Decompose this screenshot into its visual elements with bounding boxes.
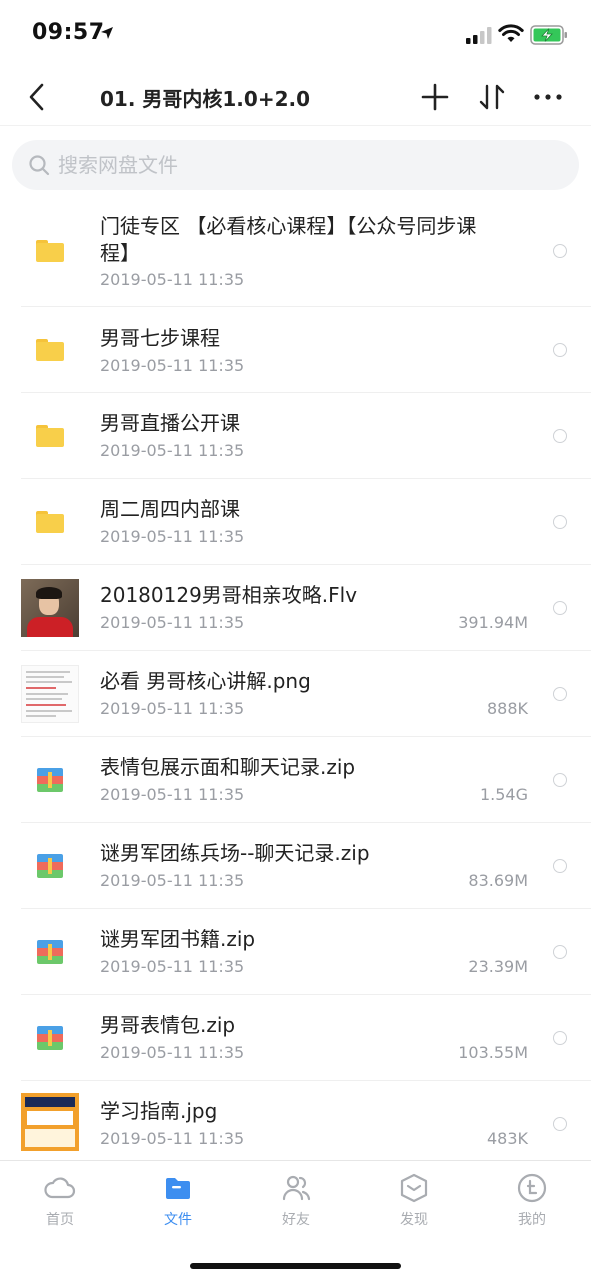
wifi-icon — [498, 24, 524, 42]
zip-icon — [21, 923, 79, 981]
file-date: 2019-05-11 11:35 — [100, 1129, 245, 1148]
list-item[interactable]: 男哥表情包.zip 2019-05-11 11:35 103.55M — [0, 995, 591, 1081]
search-input[interactable] — [58, 140, 538, 190]
more-options-button[interactable] — [532, 82, 564, 112]
video-thumbnail — [21, 579, 79, 637]
tab-friends[interactable]: 好友 — [256, 1171, 336, 1231]
file-date: 2019-05-11 11:35 — [100, 270, 245, 289]
select-circle[interactable] — [553, 1117, 567, 1131]
select-circle[interactable] — [553, 515, 567, 529]
battery-charging-icon — [530, 25, 567, 45]
list-item[interactable]: 表情包展示面和聊天记录.zip 2019-05-11 11:35 1.54G — [0, 737, 591, 823]
cloud-icon — [44, 1177, 76, 1199]
status-time: 09:57 — [32, 20, 105, 45]
file-date: 2019-05-11 11:35 — [100, 785, 245, 804]
file-date: 2019-05-11 11:35 — [100, 957, 245, 976]
select-circle[interactable] — [553, 343, 567, 357]
tab-label: 发现 — [400, 1212, 428, 1228]
image-thumbnail — [21, 1093, 79, 1151]
file-name: 20180129男哥相亲攻略.Flv — [100, 583, 358, 607]
sort-button[interactable] — [477, 80, 507, 114]
select-circle[interactable] — [553, 601, 567, 615]
page-title: 01. 男哥内核1.0+2.0 — [100, 87, 311, 111]
select-circle[interactable] — [553, 687, 567, 701]
profile-icon — [517, 1173, 547, 1203]
tab-label: 好友 — [282, 1212, 310, 1228]
tab-home[interactable]: 首页 — [20, 1171, 100, 1231]
cell-signal-icon — [466, 27, 492, 44]
file-date: 2019-05-11 11:35 — [100, 1043, 245, 1062]
select-circle[interactable] — [553, 859, 567, 873]
select-circle[interactable] — [553, 1031, 567, 1045]
select-circle[interactable] — [553, 773, 567, 787]
file-date: 2019-05-11 11:35 — [100, 699, 245, 718]
file-name: 谜男军团练兵场--聊天记录.zip — [100, 841, 370, 865]
file-size: 103.55M — [458, 1043, 528, 1062]
folder-icon — [166, 1178, 190, 1199]
tab-label: 首页 — [46, 1212, 74, 1228]
file-size: 888K — [486, 699, 528, 718]
select-circle[interactable] — [553, 244, 567, 258]
folder-icon — [21, 222, 79, 280]
file-name: 周二周四内部课 — [100, 497, 240, 521]
home-indicator[interactable] — [190, 1263, 401, 1269]
folder-icon — [21, 407, 79, 465]
file-name: 门徒专区 【必看核心课程】【公众号同步课程】 — [100, 214, 477, 265]
tab-profile[interactable]: 我的 — [492, 1171, 572, 1231]
file-size: 483K — [486, 1129, 528, 1148]
search-bar[interactable] — [12, 140, 579, 190]
file-date: 2019-05-11 11:35 — [100, 527, 245, 546]
list-item[interactable]: 20180129男哥相亲攻略.Flv 2019-05-11 11:35 391.… — [0, 565, 591, 651]
file-name: 必看 男哥核心讲解.png — [100, 669, 311, 693]
file-name: 谜男军团书籍.zip — [100, 927, 256, 951]
select-circle[interactable] — [553, 945, 567, 959]
file-name: 男哥直播公开课 — [100, 411, 240, 435]
folder-icon — [21, 493, 79, 551]
file-date: 2019-05-11 11:35 — [100, 871, 245, 890]
file-date: 2019-05-11 11:35 — [100, 613, 245, 632]
tab-label: 我的 — [518, 1212, 546, 1228]
list-item[interactable]: 男哥直播公开课 2019-05-11 11:35 — [0, 393, 591, 479]
back-button[interactable] — [22, 80, 52, 114]
tab-files[interactable]: 文件 — [138, 1171, 218, 1231]
file-date: 2019-05-11 11:35 — [100, 356, 245, 375]
select-circle[interactable] — [553, 429, 567, 443]
tab-discover[interactable]: 发现 — [374, 1171, 454, 1231]
file-size: 391.94M — [458, 613, 528, 632]
list-item[interactable]: 谜男军团书籍.zip 2019-05-11 11:35 23.39M — [0, 909, 591, 995]
status-bar: 09:57 — [0, 0, 591, 70]
image-thumbnail — [21, 665, 79, 723]
file-name: 学习指南.jpg — [100, 1099, 218, 1123]
zip-icon — [21, 837, 79, 895]
zip-icon — [21, 1009, 79, 1067]
list-item[interactable]: 谜男军团练兵场--聊天记录.zip 2019-05-11 11:35 83.69… — [0, 823, 591, 909]
zip-icon — [21, 751, 79, 809]
tab-label: 文件 — [164, 1212, 192, 1228]
list-item[interactable]: 必看 男哥核心讲解.png 2019-05-11 11:35 888K — [0, 651, 591, 737]
list-item[interactable]: 学习指南.jpg 2019-05-11 11:35 483K — [0, 1081, 591, 1161]
file-name: 表情包展示面和聊天记录.zip — [100, 755, 356, 779]
file-date: 2019-05-11 11:35 — [100, 441, 245, 460]
location-arrow-icon — [101, 27, 113, 39]
file-size: 83.69M — [468, 871, 528, 890]
file-name: 男哥表情包.zip — [100, 1013, 236, 1037]
search-icon — [29, 155, 50, 176]
friends-icon — [282, 1175, 311, 1201]
add-button[interactable] — [420, 82, 450, 112]
file-name: 男哥七步课程 — [100, 326, 220, 350]
file-size: 1.54G — [479, 785, 528, 804]
tab-bar: 首页 文件 好友 发现 我的 — [0, 1160, 591, 1280]
folder-icon — [21, 321, 79, 379]
discover-icon — [400, 1173, 428, 1203]
nav-header: 01. 男哥内核1.0+2.0 — [0, 70, 591, 126]
list-item[interactable]: 男哥七步课程 2019-05-11 11:35 — [0, 307, 591, 393]
file-size: 23.39M — [468, 957, 528, 976]
list-item[interactable]: 周二周四内部课 2019-05-11 11:35 — [0, 479, 591, 565]
list-item[interactable]: 门徒专区 【必看核心课程】【公众号同步课程】 2019-05-11 11:35 — [0, 200, 591, 307]
